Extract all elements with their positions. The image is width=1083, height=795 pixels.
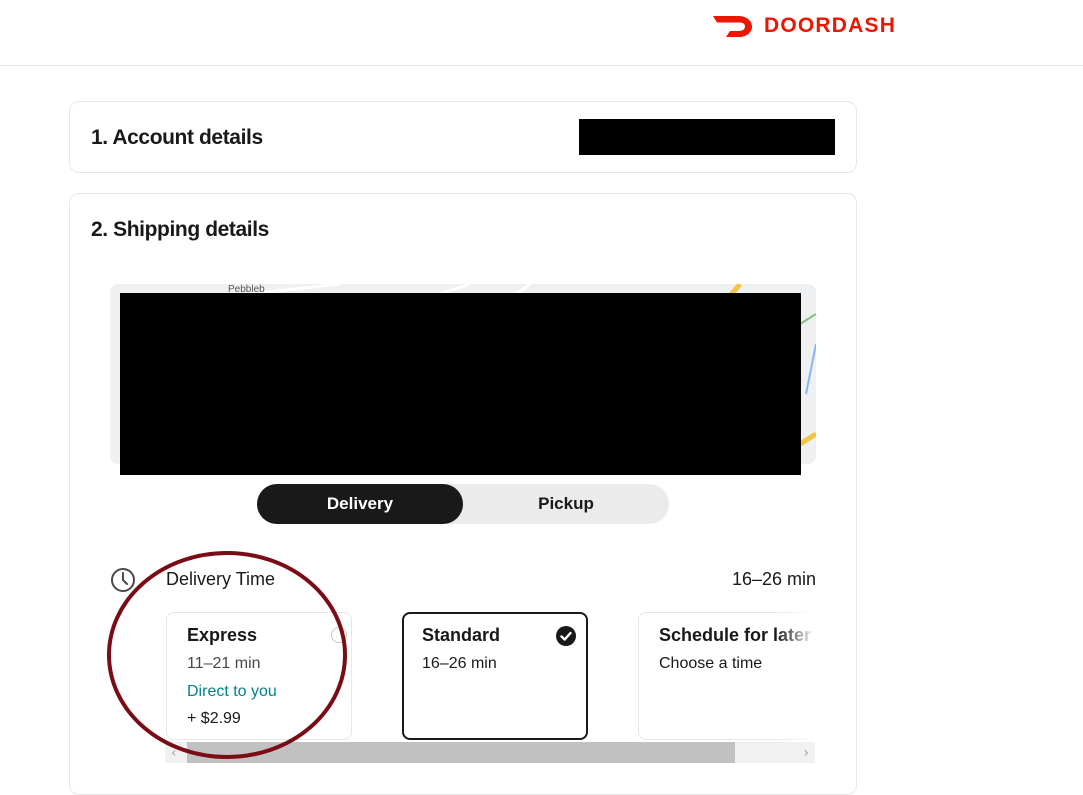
delivery-toggle-button[interactable]: Delivery — [257, 484, 463, 524]
express-option-fee: + $2.99 — [187, 710, 241, 727]
account-details-card[interactable]: 1. Account details — [69, 101, 857, 173]
delivery-time-value: 16–26 min — [731, 569, 816, 589]
top-header: DOORDASH — [0, 0, 1083, 66]
account-details-title: 1. Account details — [91, 126, 263, 149]
carousel-fade — [776, 612, 816, 740]
delivery-options-carousel: Express 11–21 min Direct to you + $2.99 … — [166, 612, 816, 794]
carousel-scrollbar[interactable]: ‹ › — [165, 742, 815, 763]
express-option-subtitle: Direct to you — [187, 683, 277, 700]
standard-option-card[interactable]: Standard 16–26 min — [402, 612, 588, 740]
pickup-toggle-button[interactable]: Pickup — [463, 484, 669, 524]
standard-option-time: 16–26 min — [422, 655, 497, 672]
standard-option-title: Standard — [422, 625, 501, 645]
redacted-map-area — [120, 293, 801, 475]
express-option-title: Express — [187, 625, 258, 645]
fulfillment-toggle: Delivery Pickup — [257, 484, 669, 524]
brand-name: DOORDASH — [764, 14, 897, 37]
clock-icon — [111, 568, 135, 592]
redacted-account-info — [579, 119, 835, 155]
scrollbar-thumb[interactable] — [187, 742, 735, 763]
express-radio-icon[interactable] — [331, 627, 347, 643]
scroll-left-icon[interactable]: ‹ — [171, 745, 177, 761]
express-option-time: 11–21 min — [187, 655, 261, 672]
shipping-details-title: 2. Shipping details — [91, 218, 269, 241]
express-option-card[interactable]: Express 11–21 min Direct to you + $2.99 — [166, 612, 352, 740]
shipping-details-card: 2. Shipping details Pebbleb Delivery Pic… — [69, 193, 857, 795]
schedule-option-time: Choose a time — [659, 655, 763, 672]
delivery-time-label: Delivery Time — [166, 569, 276, 589]
doordash-logo[interactable]: DOORDASH — [712, 12, 896, 40]
doordash-dash-logo-icon — [713, 16, 752, 37]
scroll-right-icon[interactable]: › — [803, 745, 809, 761]
delivery-time-row: Delivery Time 16–26 min — [110, 565, 816, 595]
checkmark-icon[interactable] — [556, 626, 576, 646]
